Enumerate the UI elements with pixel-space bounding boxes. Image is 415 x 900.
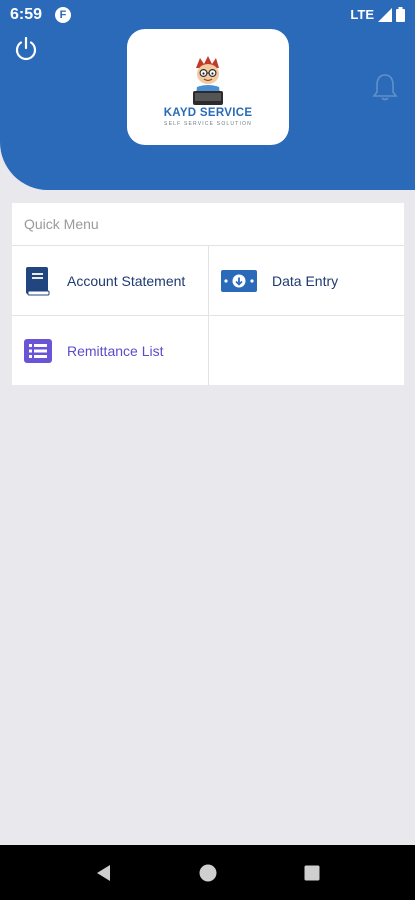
logo-tagline: SELF SERVICE SOLUTION	[164, 121, 252, 127]
quick-menu-card: Quick Menu Account Statement Data Entry …	[12, 203, 404, 385]
recents-icon[interactable]	[298, 859, 326, 887]
logo-name: KAYD SERVICE	[163, 107, 253, 119]
menu-item-label: Data Entry	[272, 272, 339, 289]
battery-icon	[396, 7, 405, 22]
app-logo: KAYD SERVICE SELF SERVICE SOLUTION	[127, 29, 289, 145]
power-icon[interactable]	[13, 36, 39, 62]
mascot-icon	[193, 56, 223, 105]
menu-item-data-entry[interactable]: Data Entry	[208, 246, 404, 316]
menu-item-remittance-list[interactable]: Remittance List	[12, 316, 208, 385]
menu-item-label: Remittance List	[67, 342, 164, 359]
signal-icon	[378, 7, 392, 22]
status-time: 6:59	[10, 6, 43, 23]
quick-menu-grid: Account Statement Data Entry Remittance …	[12, 246, 404, 385]
list-icon	[23, 336, 53, 366]
status-bar: 6:59 F LTE	[0, 0, 415, 30]
quick-menu-title: Quick Menu	[12, 203, 404, 246]
back-icon[interactable]	[90, 859, 118, 887]
network-type-label: LTE	[350, 7, 374, 22]
menu-item-label: Account Statement	[67, 272, 186, 289]
menu-empty-cell	[208, 316, 404, 385]
book-icon	[23, 266, 53, 296]
menu-item-account-statement[interactable]: Account Statement	[12, 246, 208, 316]
status-indicators: LTE	[350, 7, 405, 22]
bell-icon[interactable]	[371, 72, 399, 102]
home-icon[interactable]	[194, 859, 222, 887]
system-nav-bar	[0, 845, 415, 900]
money-download-icon	[220, 266, 258, 296]
app-notification-icon: F	[55, 7, 71, 23]
